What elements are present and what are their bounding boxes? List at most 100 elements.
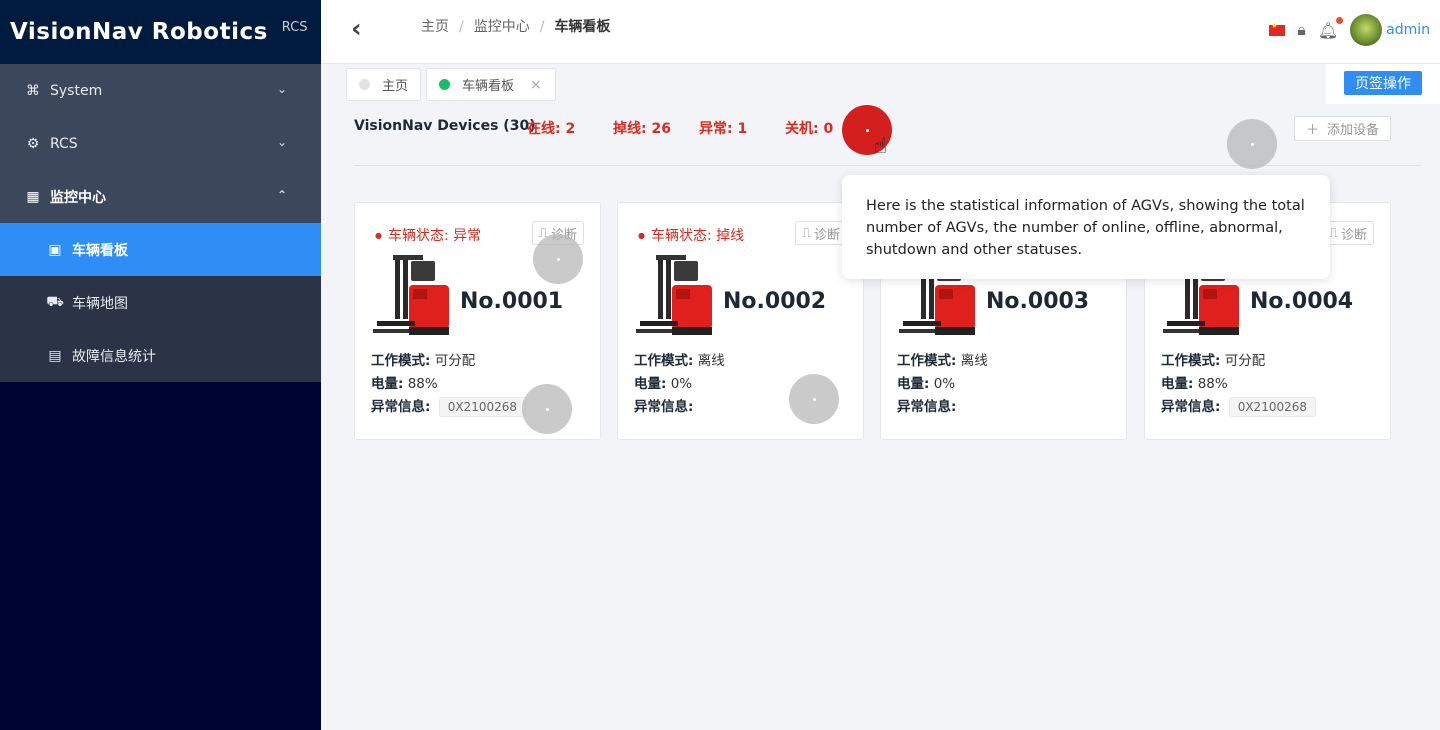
stat-abnormal: 异常: 1: [699, 121, 748, 137]
sidebar-item-label: 车辆地图: [72, 295, 128, 312]
stat-online: 在线: 2: [527, 121, 576, 137]
pulse-icon: ⎍: [1328, 225, 1338, 241]
stat-offline: 掉线: 26: [613, 121, 671, 137]
battery: 电量: 88%: [371, 372, 438, 392]
battery: 电量: 0%: [897, 372, 955, 392]
chevron-down-icon: ⌄: [276, 82, 287, 96]
vehicle-number: No.0003: [986, 289, 1090, 314]
tab-ops-area: 页签操作: [1326, 64, 1440, 104]
user-name[interactable]: admin: [1386, 22, 1430, 38]
battery-value: 88%: [1197, 376, 1228, 392]
sidebar-item-system[interactable]: ⌘ System ⌄: [0, 64, 321, 117]
hand-cursor-icon: ☝: [874, 134, 888, 159]
diagnose-label: 诊断: [813, 227, 840, 243]
add-device-label: 添加设备: [1327, 123, 1380, 138]
breadcrumb-monitor[interactable]: 监控中心: [474, 19, 530, 35]
language-flag-icon[interactable]: [1269, 22, 1286, 36]
tab-label: 车辆看板: [462, 79, 515, 94]
add-device-button[interactable]: ＋ 添加设备: [1294, 116, 1391, 141]
pulse-icon: ⎍: [801, 225, 811, 241]
guide-marker: [522, 384, 572, 434]
chevron-up-icon: ⌃: [276, 188, 287, 202]
work-mode-value: 离线: [960, 353, 988, 369]
battery-label: 电量:: [1161, 376, 1194, 392]
breadcrumb-separator: /: [539, 19, 545, 35]
sidebar-item-vehicle-map[interactable]: ⛟ 车辆地图: [0, 276, 321, 329]
error-code-tag: 0X2100268: [438, 397, 527, 417]
work-mode: 工作模式: 可分配: [1161, 349, 1265, 369]
error-info: 异常信息: 0X2100268: [1161, 395, 1317, 417]
close-icon[interactable]: ×: [530, 77, 542, 93]
tooltip-text: Here is the statistical information of A…: [866, 198, 1305, 258]
bell-icon[interactable]: 🔔︎: [1318, 16, 1344, 40]
battery: 电量: 88%: [1161, 372, 1228, 392]
stat-shutdown: 关机: 0: [785, 121, 834, 137]
forklift-image: [373, 255, 449, 335]
error-label: 异常信息:: [634, 399, 694, 415]
dashboard-icon: ▦: [26, 188, 40, 205]
stats-icon: ▤: [48, 347, 62, 364]
tab-ops-button[interactable]: 页签操作: [1344, 71, 1422, 95]
back-arrow-icon[interactable]: ‹: [351, 14, 362, 44]
work-mode: 工作模式: 离线: [897, 349, 988, 369]
tab-status-dot: [439, 79, 450, 90]
sidebar-submenu: ▣ 车辆看板 ⛟ 车辆地图 ▤ 故障信息统计: [0, 223, 321, 382]
chevron-down-icon: ⌄: [276, 135, 287, 149]
work-mode: 工作模式: 离线: [634, 349, 725, 369]
brand-sub: RCS: [281, 19, 308, 35]
sidebar-menu: ⌘ System ⌄ ⚙ RCS ⌄ ▦ 监控中心 ⌃ ▣ 车辆看板 ⛟ 车辆地…: [0, 64, 321, 382]
vehicle-board-icon: ▣: [48, 241, 62, 258]
error-code-tag: 0X2100268: [1228, 397, 1317, 417]
battery-label: 电量:: [897, 376, 930, 392]
sidebar-item-label: 监控中心: [50, 189, 106, 206]
tab-home[interactable]: 主页: [346, 68, 421, 101]
work-mode-value: 可分配: [434, 353, 476, 369]
guide-marker: [789, 374, 839, 424]
breadcrumb-current: 车辆看板: [554, 19, 611, 35]
sidebar-item-rcs[interactable]: ⚙ RCS ⌄: [0, 117, 321, 170]
battery-value: 88%: [407, 376, 438, 392]
sidebar-item-label: RCS: [50, 135, 78, 152]
tab-vehicle-board[interactable]: 车辆看板 ×: [426, 68, 556, 101]
guide-marker: [533, 234, 583, 284]
guide-marker: [1227, 119, 1277, 169]
map-icon: ⛟: [46, 293, 64, 310]
work-mode-label: 工作模式:: [1161, 353, 1221, 369]
breadcrumb-home[interactable]: 主页: [421, 19, 449, 35]
page-tabs: 主页 车辆看板 × 页签操作: [321, 64, 1440, 104]
sidebar-item-vehicle-board[interactable]: ▣ 车辆看板: [0, 223, 321, 276]
tab-label: 主页: [382, 79, 409, 94]
work-mode-label: 工作模式:: [634, 353, 694, 369]
vehicle-status: 车辆状态: 掉线: [638, 225, 744, 245]
sidebar-item-monitor[interactable]: ▦ 监控中心 ⌃: [0, 170, 321, 223]
forklift-image: [636, 255, 712, 335]
error-info: 异常信息:: [634, 395, 693, 415]
battery-label: 电量:: [371, 376, 404, 392]
lock-icon[interactable]: 🔒︎: [1297, 20, 1306, 40]
tab-status-dot: [359, 79, 370, 90]
diagnose-button[interactable]: ⎍诊断: [794, 221, 847, 245]
battery-value: 0%: [670, 376, 693, 392]
vehicle-status: 车辆状态: 异常: [375, 225, 481, 245]
error-label: 异常信息:: [371, 399, 431, 415]
vehicle-number: No.0004: [1250, 289, 1354, 314]
sidebar-item-label: 故障信息统计: [72, 348, 156, 365]
vehicle-number: No.0001: [460, 289, 564, 314]
work-mode-label: 工作模式:: [897, 353, 957, 369]
work-mode-value: 可分配: [1224, 353, 1266, 369]
error-label: 异常信息:: [1161, 399, 1221, 415]
battery-value: 0%: [933, 376, 956, 392]
top-header: ‹ 主页 / 监控中心 / 车辆看板 🔒︎ 🔔︎ admin: [321, 0, 1440, 64]
sidebar-item-label: System: [50, 82, 103, 99]
sidebar-item-fault-stats[interactable]: ▤ 故障信息统计: [0, 329, 321, 382]
battery-label: 电量:: [634, 376, 667, 392]
devices-total: VisionNav Devices (30): [354, 118, 536, 134]
work-mode-value: 离线: [697, 353, 725, 369]
error-info: 异常信息: 0X2100268: [371, 395, 527, 417]
sidebar: VisionNav Robotics RCS ⌘ System ⌄ ⚙ RCS …: [0, 0, 321, 730]
avatar[interactable]: [1350, 14, 1383, 46]
guide-tooltip: Here is the statistical information of A…: [842, 175, 1330, 279]
grid-icon: ⌘: [26, 82, 40, 99]
cluster-icon: ⚙: [26, 135, 40, 152]
battery: 电量: 0%: [634, 372, 692, 392]
